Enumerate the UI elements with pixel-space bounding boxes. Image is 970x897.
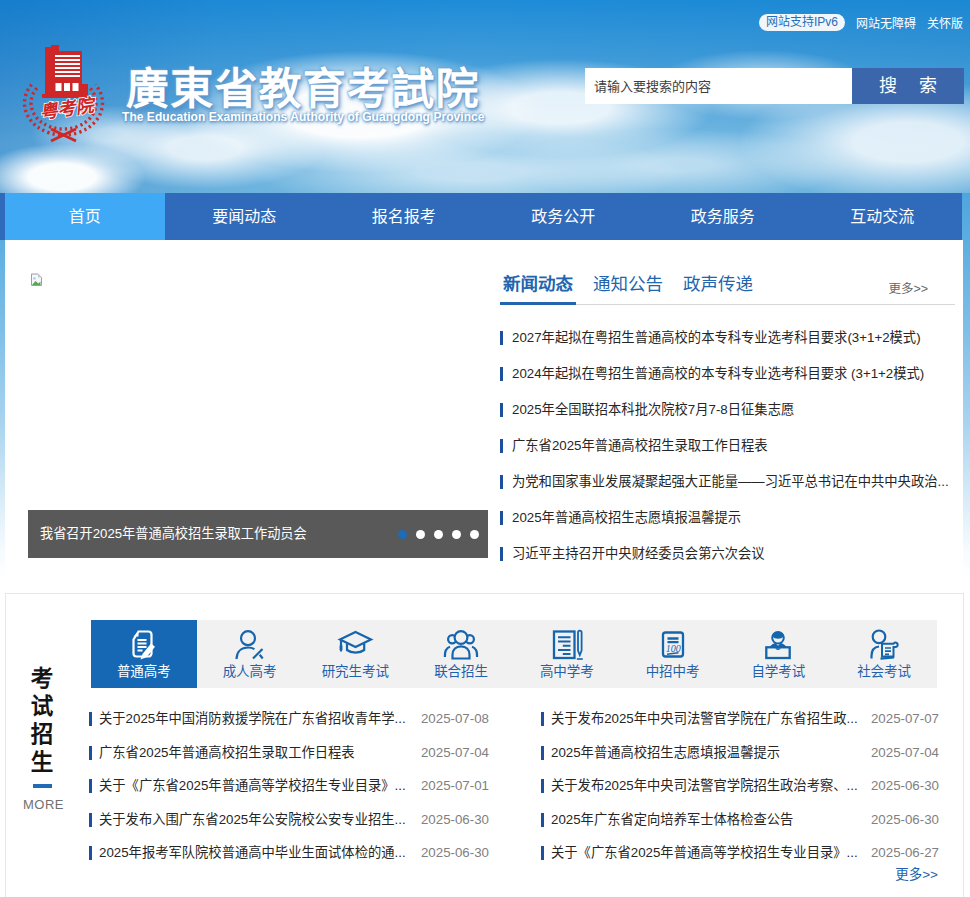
svg-text:100: 100	[665, 643, 680, 654]
